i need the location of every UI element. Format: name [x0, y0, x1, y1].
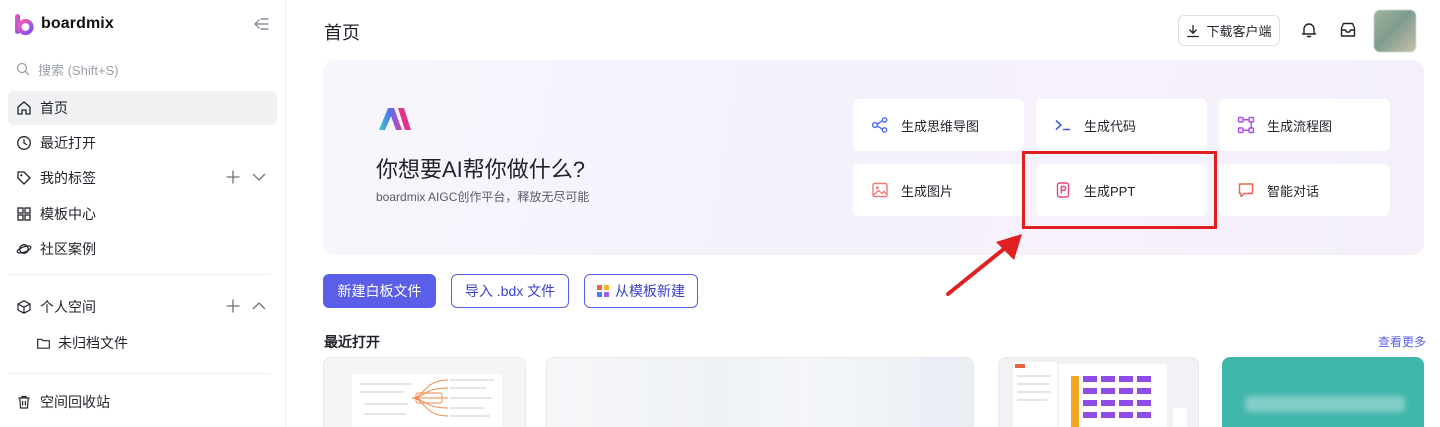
recent-file-thumbnail[interactable]	[323, 357, 526, 427]
page-title: 首页	[324, 23, 360, 43]
banner-subtitle: boardmix AIGC创作平台，释放无尽可能	[376, 190, 590, 204]
recent-section-title: 最近打开	[324, 334, 380, 350]
sidebar-item-label: 我的标签	[40, 170, 96, 186]
sidebar-item-templates[interactable]: 模板中心	[8, 197, 277, 231]
sidebar-item-label: 社区案例	[40, 241, 96, 257]
generate-mindmap-card[interactable]: 生成思维导图	[853, 99, 1024, 151]
sidebar-item-label: 模板中心	[40, 206, 96, 222]
sidebar-item-tags[interactable]: 我的标签	[8, 161, 277, 195]
flowchart-icon	[1237, 116, 1255, 134]
blurred-title	[1245, 396, 1405, 412]
add-tag-icon[interactable]	[225, 169, 241, 185]
card-label: 智能对话	[1267, 183, 1320, 199]
sidebar: boardmix 搜索 (Shift+S) 首页 最近打开 我的标签 模板中心 …	[0, 0, 286, 427]
view-more-link[interactable]: 查看更多	[1378, 333, 1426, 350]
trash-icon	[18, 395, 30, 409]
sidebar-item-home[interactable]: 首页	[8, 91, 277, 125]
search-placeholder: 搜索 (Shift+S)	[38, 62, 119, 78]
avatar[interactable]	[1374, 10, 1416, 52]
annotation-arrow-icon	[946, 234, 1022, 296]
sidebar-item-label: 最近打开	[40, 135, 96, 151]
folder-icon	[37, 338, 50, 349]
download-label: 下载客户端	[1206, 24, 1272, 39]
mindmap-preview-icon	[352, 374, 502, 427]
template-grid-icon	[597, 285, 609, 297]
mindmap-icon	[871, 117, 888, 133]
sidebar-divider	[8, 373, 270, 374]
home-icon	[17, 101, 31, 115]
smart-chat-card[interactable]: 智能对话	[1219, 164, 1390, 216]
highlight-box	[1022, 151, 1217, 229]
generate-code-card[interactable]: 生成代码	[1036, 99, 1207, 151]
image-icon	[872, 182, 888, 198]
recent-file-thumbnail[interactable]	[546, 357, 974, 427]
sidebar-item-community[interactable]: 社区案例	[8, 232, 277, 266]
sidebar-item-unfiled[interactable]: 未归档文件	[36, 328, 128, 358]
search-icon	[16, 62, 30, 76]
sidebar-divider	[8, 274, 270, 275]
tag-actions	[225, 169, 267, 185]
download-client-button[interactable]: 下载客户端	[1178, 15, 1280, 46]
sidebar-item-label: 空间回收站	[40, 394, 110, 410]
inbox-icon[interactable]	[1338, 20, 1358, 40]
recent-file-thumbnail[interactable]	[1222, 357, 1424, 427]
space-actions	[225, 298, 267, 314]
planet-icon	[16, 244, 32, 254]
banner-title: 你想要AI帮你做什么?	[376, 157, 586, 182]
download-icon	[1187, 24, 1200, 37]
clock-icon	[17, 136, 31, 150]
card-label: 生成代码	[1084, 118, 1137, 134]
new-board-button[interactable]: 新建白板文件	[323, 274, 436, 308]
bell-icon[interactable]	[1299, 20, 1319, 40]
generate-flowchart-card[interactable]: 生成流程图	[1219, 99, 1390, 151]
chevron-up-icon[interactable]	[251, 298, 267, 314]
card-label: 生成图片	[901, 183, 954, 199]
chat-icon	[1238, 183, 1254, 198]
sidebar-item-label: 未归档文件	[58, 335, 128, 351]
card-label: 生成流程图	[1267, 118, 1333, 134]
code-icon	[1055, 120, 1071, 131]
board-preview-icon	[1013, 362, 1187, 427]
tag-icon	[17, 171, 31, 185]
chevron-down-icon[interactable]	[251, 169, 267, 185]
brand[interactable]: boardmix	[14, 12, 114, 36]
recent-file-thumbnail[interactable]	[998, 357, 1199, 427]
from-template-button[interactable]: 从模板新建	[584, 274, 698, 308]
sidebar-item-personal-space[interactable]: 个人空间	[8, 290, 277, 324]
sidebar-item-label: 个人空间	[40, 299, 96, 315]
cube-icon	[17, 300, 31, 314]
sidebar-item-trash[interactable]: 空间回收站	[8, 385, 277, 419]
boardmix-logo-icon	[15, 14, 34, 35]
add-space-icon[interactable]	[225, 298, 241, 314]
brand-name: boardmix	[41, 15, 114, 32]
from-template-label: 从模板新建	[615, 283, 685, 299]
generate-image-card[interactable]: 生成图片	[853, 164, 1024, 216]
search-input[interactable]: 搜索 (Shift+S)	[16, 58, 119, 80]
import-bdx-button[interactable]: 导入 .bdx 文件	[451, 274, 569, 308]
sidebar-item-recent[interactable]: 最近打开	[8, 126, 277, 160]
ai-logo-icon	[379, 108, 411, 130]
sidebar-item-label: 首页	[40, 100, 68, 116]
collapse-sidebar-icon[interactable]	[251, 14, 271, 34]
card-label: 生成思维导图	[901, 118, 980, 134]
template-icon	[17, 207, 31, 221]
